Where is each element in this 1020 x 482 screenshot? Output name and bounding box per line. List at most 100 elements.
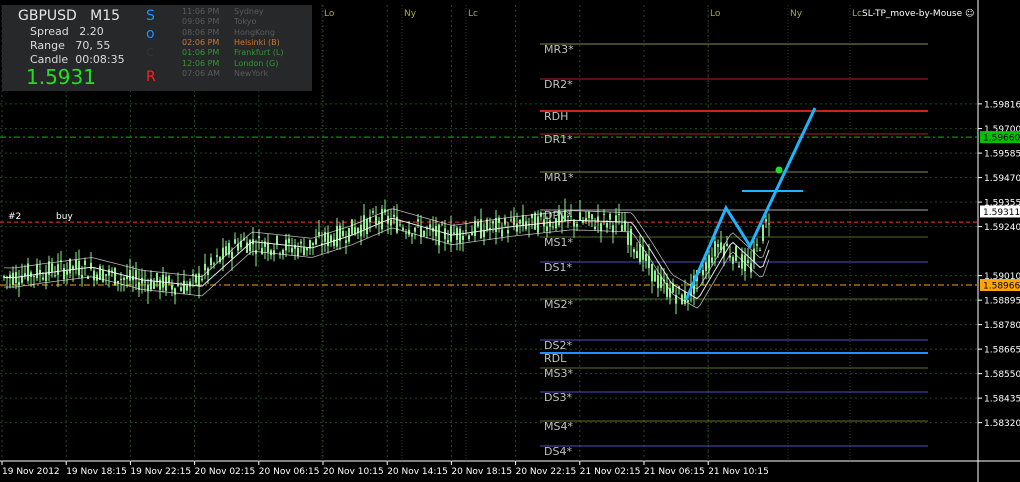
session-marker-label: Lo [710,9,721,19]
candle-body [555,218,557,229]
candle-body [141,277,143,284]
pivot-label: MS3* [544,367,573,380]
candle-body [99,266,101,280]
buy-order-ticket: #2 [8,212,21,222]
candle-body [636,251,638,259]
candle-body [66,271,68,275]
candle-body [717,244,719,247]
candle-body [393,214,395,217]
highlighted-price-label: 1.58966 [983,281,1020,291]
candle-body [204,263,206,271]
candle-body [63,267,65,280]
candle-body [303,247,305,256]
pivot-label: DS4* [544,445,572,458]
candle-body [363,215,365,230]
candle-body [54,275,56,277]
info-panel: GBPUSD M15 Spread 2.20 Range 70, 55 Cand… [2,5,312,91]
session-marker-label: Ny [790,9,803,19]
candle-body [621,225,623,232]
candle-body [225,246,227,256]
price-tick-label: 1.58895 [984,297,1020,307]
candle-body [36,264,38,279]
candle-body [171,284,173,290]
time-tick-label: 20 Nov 02:15 [195,467,256,477]
candle-body [462,235,464,240]
candle-body [495,218,497,232]
time-tick-label: 20 Nov 06:15 [259,467,320,477]
candle-body [192,274,194,276]
candle-body [198,273,200,287]
session-city: Sydney [234,7,264,16]
candle-body [75,259,77,269]
signal-letter-s: S [146,8,155,24]
candle-body [459,228,461,243]
price-tick-label: 1.59240 [984,223,1020,233]
session-time: 07:06 AM [182,68,220,78]
time-tick-label: 19 Nov 2012 [2,467,60,477]
candle-body [153,281,155,289]
candle-body [12,272,14,286]
candle-body [519,220,521,224]
candle-body [120,278,122,281]
candle-body [213,263,215,265]
candle-body [768,223,770,225]
candle-body [441,224,443,226]
time-tick-label: 21 Nov 06:15 [644,467,705,477]
candle-body [561,215,563,221]
candle-body [399,224,401,226]
candle-body [42,277,44,280]
candle-body [477,221,479,227]
candle-body [747,260,749,264]
candle-body [351,219,353,235]
spread-value: 2.20 [79,25,104,38]
time-tick-label: 21 Nov 02:15 [580,467,641,477]
symbol-label: GBPUSD M15 [18,8,120,24]
candle-body [591,214,593,220]
candle-body [276,236,278,245]
candle-body [231,251,233,259]
session-city: Frankfurt (L) [234,48,284,58]
candle-body [654,270,656,282]
pivot-label: RDL [544,352,567,365]
candle-body [336,225,338,247]
candle-body [168,275,170,283]
candle-body [450,226,452,242]
session-marker-label: Lc [852,9,862,19]
candle-body [567,216,569,218]
time-tick-label: 21 Nov 10:15 [708,467,769,477]
candle-body [306,247,308,251]
candle-body [630,228,632,246]
candle-body [372,211,374,213]
candle-body [645,254,647,261]
candle-body [633,249,635,253]
candle-body [429,224,431,228]
envelope-band [4,218,770,300]
candle-body [600,223,602,231]
candle-body [69,258,71,274]
candle-body [312,242,314,245]
pivot-label: DR2* [544,78,573,91]
buy-order-label: buy [56,212,73,222]
candle-body [657,275,659,288]
candle-body [342,231,344,237]
price-tick-label: 1.58435 [984,395,1020,405]
candle-body [510,219,512,221]
candle-body [570,215,572,217]
candle-body [507,230,509,234]
candle-body [438,224,440,246]
signal-letter-o: o [146,26,155,42]
candle-body [579,212,581,221]
candle-body [588,211,590,219]
candle-body [516,223,518,232]
candle-body [216,255,218,257]
signal-dot [775,166,783,174]
session-time: 09:06 PM [182,17,220,27]
candle-body [411,234,413,237]
candle-body [300,241,302,244]
price-tick-label: 1.58320 [984,419,1020,429]
candle-body [261,247,263,255]
candle-body [315,238,317,245]
candle-body [447,240,449,243]
chart-window[interactable]: 1.59816 1.59700 1.59585 1.59470 1.59355 1.592… [0,0,1020,482]
candle-body [402,227,404,230]
